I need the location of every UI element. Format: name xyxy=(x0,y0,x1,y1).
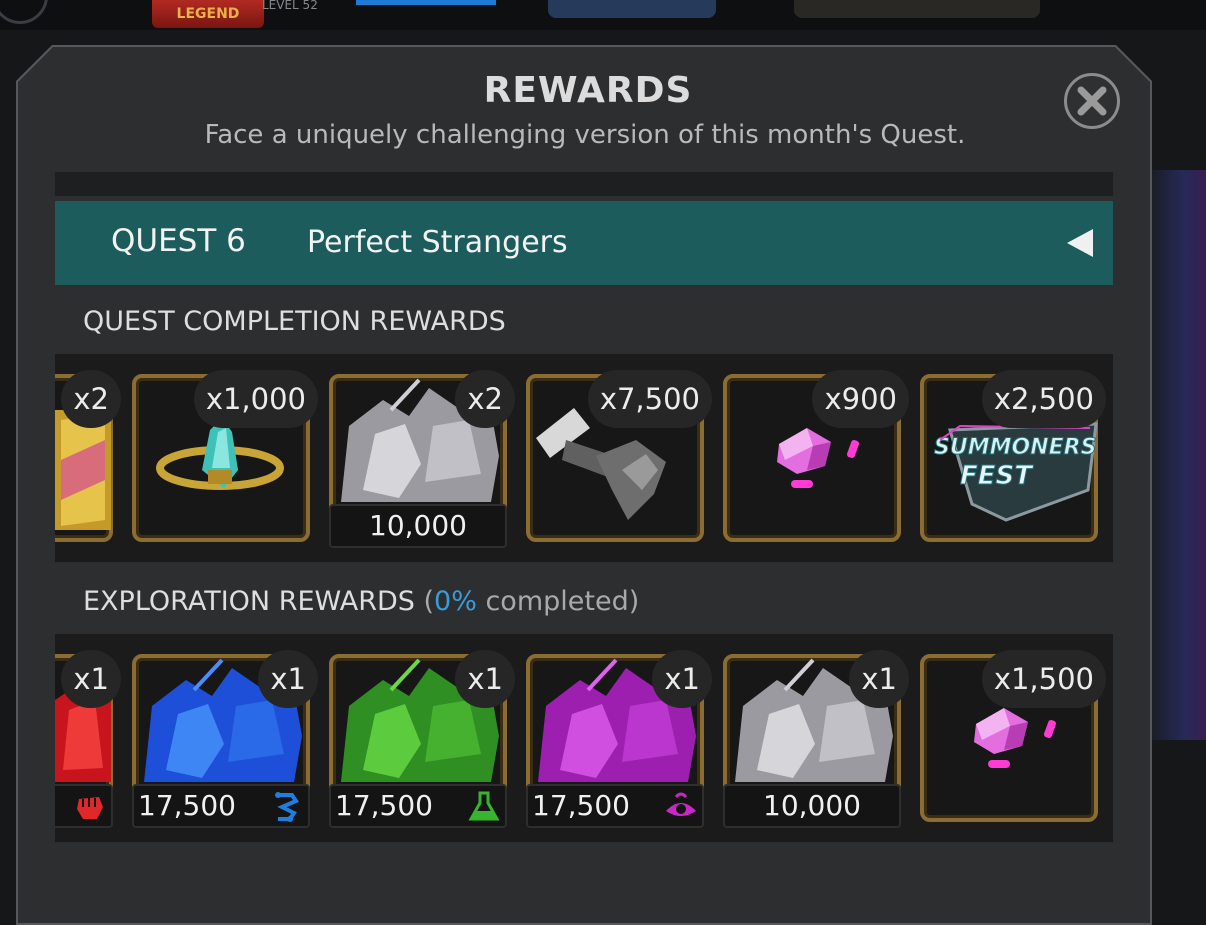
mutant-fist-icon xyxy=(77,797,103,819)
reward-count: x1 xyxy=(455,650,515,708)
reward-item[interactable]: x7,500 xyxy=(526,370,712,548)
reward-item[interactable]: x2 xyxy=(55,370,121,548)
reward-value: 10,000 xyxy=(329,504,507,548)
summoners-fest-logo-text: SUMMONERS xyxy=(934,435,1096,460)
close-button[interactable] xyxy=(1064,73,1120,129)
reward-item[interactable]: x1,000 xyxy=(132,370,318,548)
reward-count: x7,500 xyxy=(587,370,712,428)
completion-rewards-label: QUEST COMPLETION REWARDS xyxy=(83,306,506,337)
reward-value-text: 17,500 xyxy=(335,789,433,822)
quest-header[interactable]: QUEST 6 Perfect Strangers xyxy=(55,201,1113,285)
reward-value-text: 17,500 xyxy=(138,789,236,822)
exploration-completed-text: completed) xyxy=(476,586,640,617)
reward-value: 17,500 xyxy=(526,784,704,828)
scroll-area-top xyxy=(55,172,1113,196)
reward-item[interactable]: x2 10,000 xyxy=(329,370,515,548)
reward-count: x1,500 xyxy=(981,650,1106,708)
reward-item[interactable]: x900 xyxy=(723,370,909,548)
reward-count: x1 xyxy=(652,650,712,708)
background-art xyxy=(1152,170,1206,740)
gold-chip xyxy=(794,0,1040,18)
exploration-rewards-label: EXPLORATION REWARDS (0% completed) xyxy=(83,586,639,617)
collapse-arrow-icon[interactable] xyxy=(1065,225,1095,261)
reward-value-text: 17,500 xyxy=(532,789,630,822)
completion-rewards-strip[interactable]: x2 x1,000 x2 10,000 x7,500 x900 SUMMONER… xyxy=(55,354,1113,562)
mystic-eye-icon xyxy=(666,792,696,816)
reward-count: x1 xyxy=(258,650,318,708)
reward-item[interactable]: x1 17,500 xyxy=(329,650,515,828)
modal-title: REWARDS xyxy=(483,70,693,111)
reward-count: x2,500 xyxy=(981,370,1106,428)
reward-item[interactable]: x1,500 xyxy=(920,650,1106,828)
reward-item[interactable]: x1 17,500 xyxy=(526,650,712,828)
level-text: LEVEL 52 xyxy=(262,0,318,10)
reward-count: x1 xyxy=(849,650,909,708)
reward-count: x1,000 xyxy=(193,370,318,428)
reward-value: 10,000 xyxy=(723,784,901,828)
quest-number: QUEST 6 xyxy=(111,223,246,259)
close-icon xyxy=(1077,86,1107,116)
legend-badge: LEGEND xyxy=(152,0,264,28)
reward-count: x1 xyxy=(61,650,121,708)
reward-value: 17,500 xyxy=(329,784,507,828)
science-flask-icon xyxy=(468,791,500,821)
svg-text:FEST: FEST xyxy=(960,461,1034,491)
reward-count: x900 xyxy=(812,370,909,428)
reward-item[interactable]: x1 17,500 xyxy=(132,650,318,828)
reward-count: x2 xyxy=(455,370,515,428)
exploration-percent: 0% xyxy=(434,586,477,617)
exploration-paren-open: ( xyxy=(414,586,435,617)
quest-name: Perfect Strangers xyxy=(307,225,568,260)
reward-item[interactable]: SUMMONERS FEST x2,500 xyxy=(920,370,1106,548)
xp-bar xyxy=(356,0,496,5)
exploration-label-text: EXPLORATION REWARDS xyxy=(83,586,415,617)
tech-icon xyxy=(275,792,299,822)
reward-item[interactable]: x1 xyxy=(55,650,121,828)
reward-count: x2 xyxy=(61,370,121,428)
reward-value xyxy=(55,784,113,828)
reward-item[interactable]: x1 10,000 xyxy=(723,650,909,828)
reward-value: 17,500 xyxy=(132,784,310,828)
modal-subtitle: Face a uniquely challenging version of t… xyxy=(204,120,966,150)
energy-chip xyxy=(548,0,716,18)
exploration-rewards-strip[interactable]: x1 x1 17,500 x1 17,500 x1 17,500 x1 10,0… xyxy=(55,634,1113,842)
